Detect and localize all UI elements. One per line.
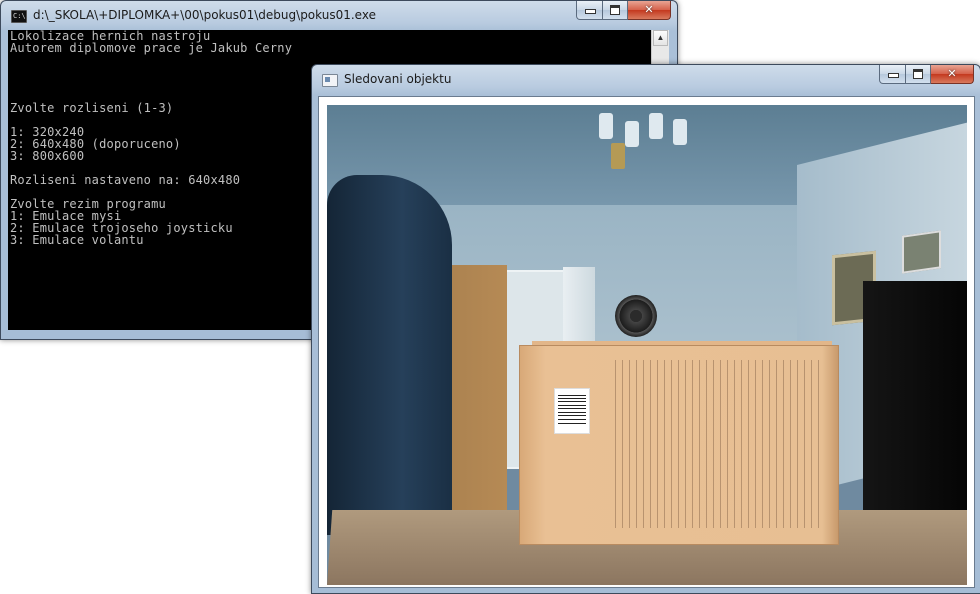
- close-icon: ✕: [644, 3, 654, 16]
- dartboard: [615, 295, 657, 337]
- video-frame: [318, 96, 975, 588]
- barcode: [554, 388, 590, 434]
- video-title: Sledovani objektu: [344, 72, 452, 86]
- window-icon: [322, 74, 338, 87]
- console-line: Autorem diplomove prace je Jakub Cerny: [10, 41, 293, 55]
- console-titlebar[interactable]: d:\_SKOLA\+DIPLOMKA+\00\pokus01\debug\po…: [1, 1, 677, 30]
- book-text: [615, 360, 825, 528]
- webcam-feed-image: [327, 105, 967, 585]
- console-close-button[interactable]: ✕: [628, 1, 671, 20]
- video-maximize-button[interactable]: [906, 65, 931, 84]
- tracked-book: [519, 345, 839, 545]
- video-titlebar[interactable]: Sledovani objektu ✕: [312, 65, 980, 94]
- video-close-button[interactable]: ✕: [931, 65, 974, 84]
- minimize-icon: [585, 9, 596, 14]
- office-chair: [327, 175, 452, 535]
- monitor: [863, 281, 967, 521]
- console-icon: [11, 10, 27, 23]
- console-minimize-button[interactable]: [576, 1, 603, 20]
- video-minimize-button[interactable]: [879, 65, 906, 84]
- console-title: d:\_SKOLA\+DIPLOMKA+\00\pokus01\debug\po…: [33, 8, 376, 22]
- wall-picture: [902, 230, 941, 274]
- ceiling-lamp: [597, 113, 697, 169]
- close-icon: ✕: [947, 67, 957, 80]
- minimize-icon: [888, 73, 899, 78]
- maximize-icon: [913, 69, 923, 79]
- scroll-up-arrow-icon[interactable]: ▲: [653, 30, 668, 46]
- console-maximize-button[interactable]: [603, 1, 628, 20]
- maximize-icon: [610, 5, 620, 15]
- video-window[interactable]: Sledovani objektu ✕: [311, 64, 980, 594]
